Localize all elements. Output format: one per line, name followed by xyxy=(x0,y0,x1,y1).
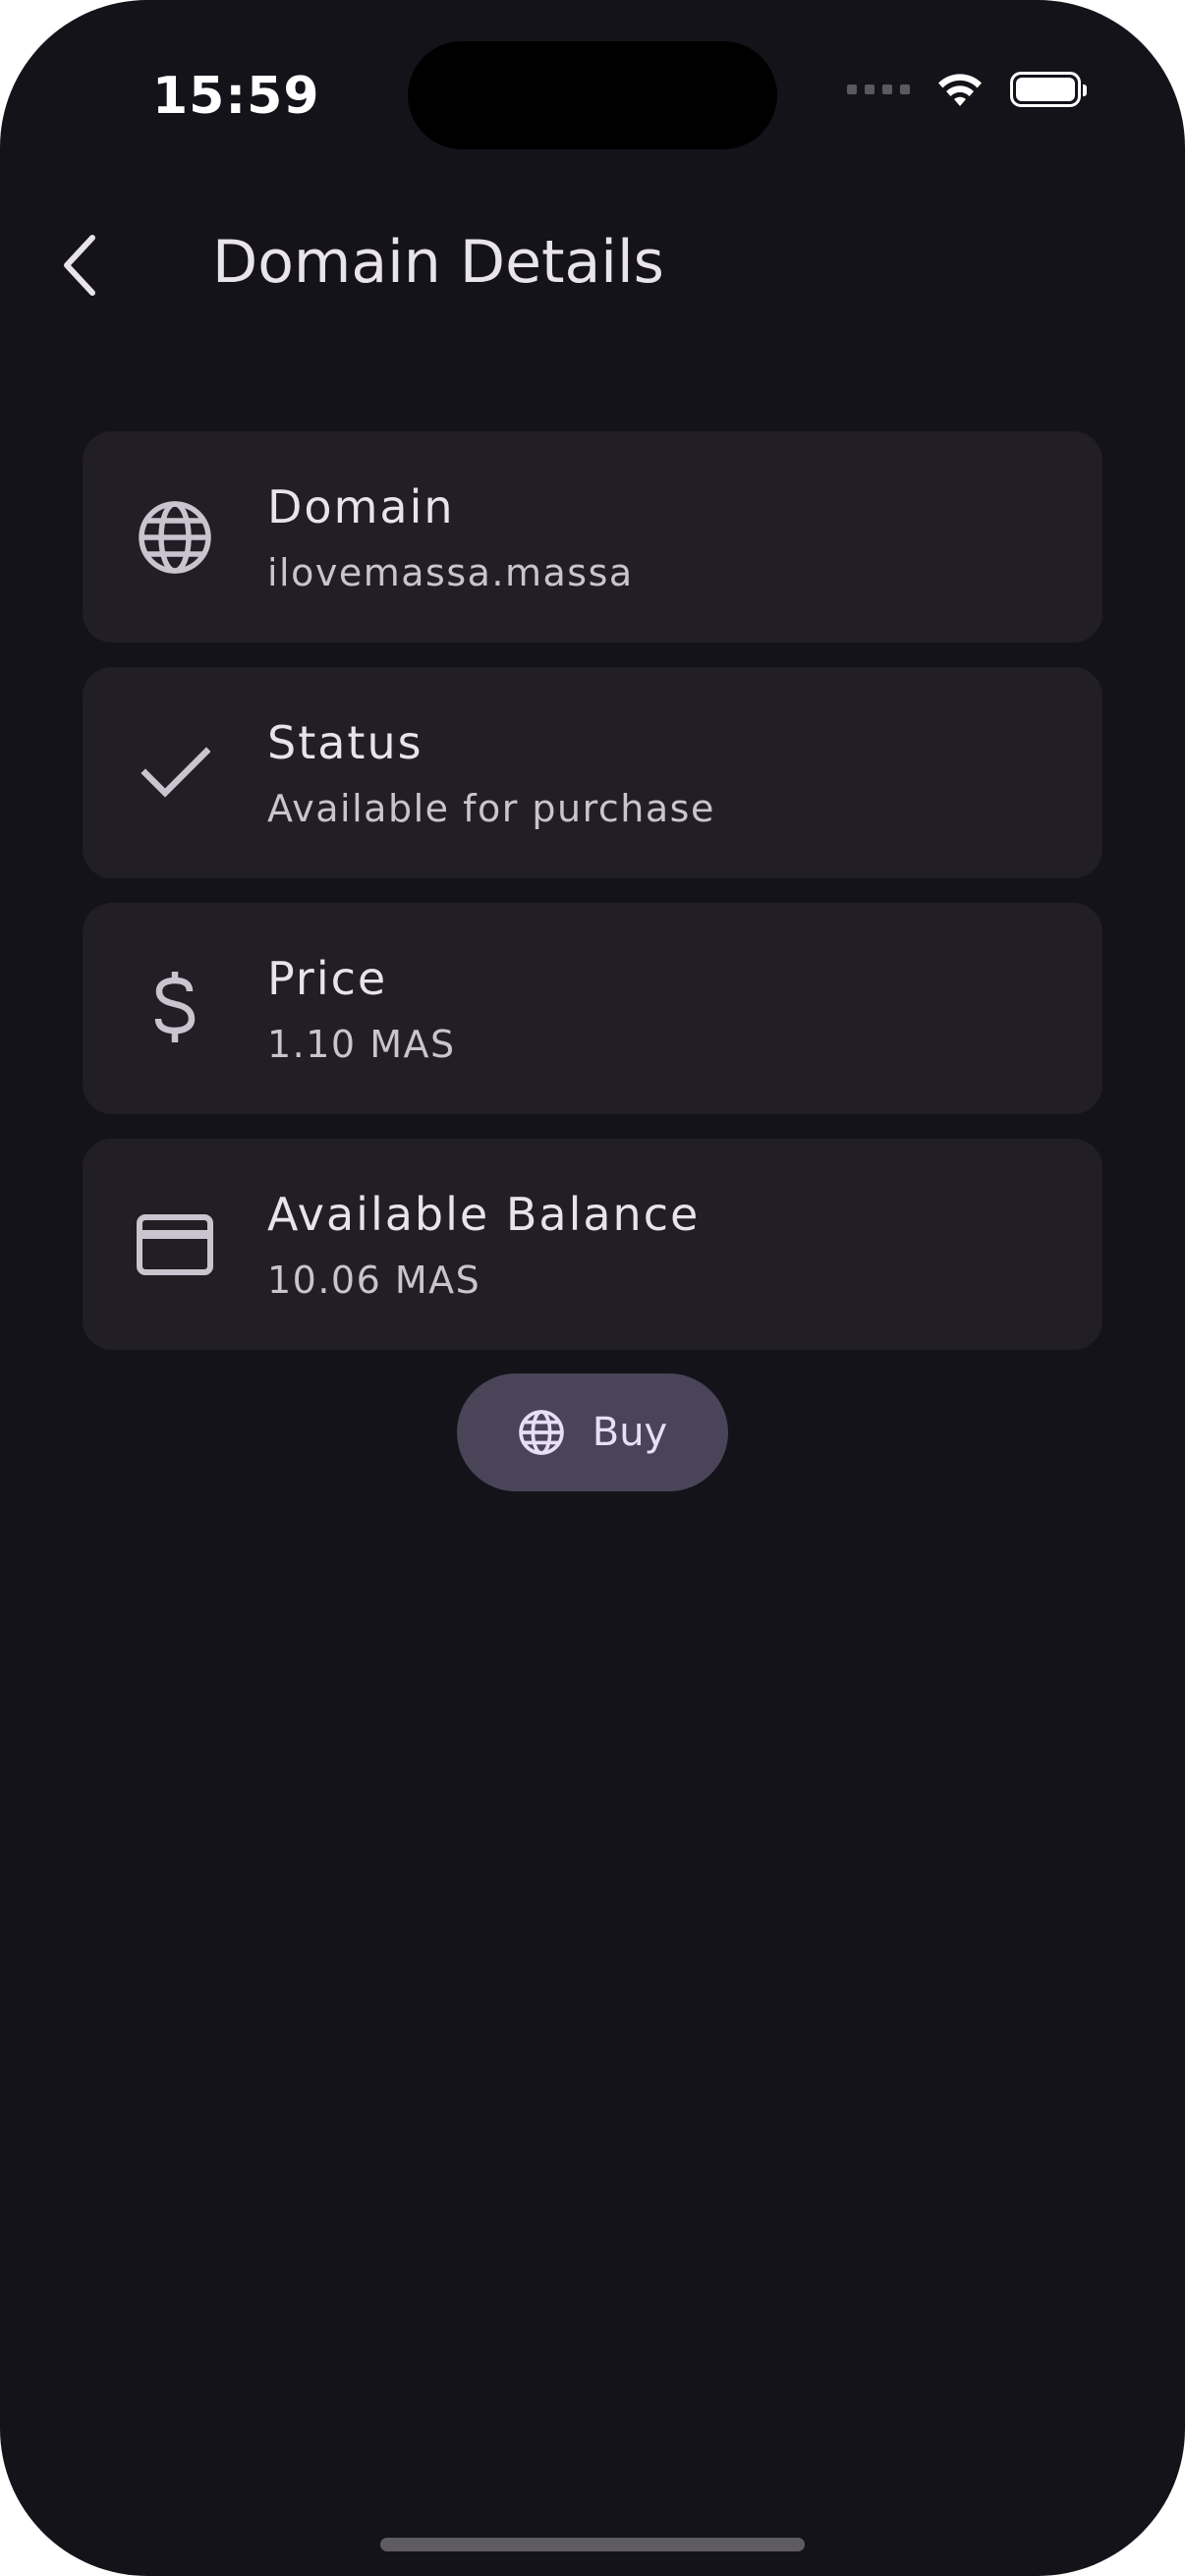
globe-icon xyxy=(136,498,214,577)
card-label: Available Balance xyxy=(267,1188,701,1241)
battery-icon xyxy=(1010,72,1087,107)
card-label: Status xyxy=(267,716,423,769)
back-button[interactable] xyxy=(51,221,110,309)
home-indicator[interactable] xyxy=(380,2538,805,2551)
chevron-left-icon xyxy=(64,235,95,296)
page-title: Domain Details xyxy=(212,228,664,297)
buy-button[interactable]: Buy xyxy=(457,1373,728,1491)
price-card: Price 1.10 MAS xyxy=(83,903,1102,1114)
domain-card: Domain ilovemassa.massa xyxy=(83,431,1102,643)
wifi-icon xyxy=(938,74,982,106)
card-value: ilovemassa.massa xyxy=(267,551,634,594)
details-list: Domain ilovemassa.massa Status Available… xyxy=(83,431,1102,1374)
status-time: 15:59 xyxy=(152,67,320,126)
dollar-icon xyxy=(136,970,214,1048)
cellular-signal-icon xyxy=(847,84,910,94)
balance-card: Available Balance 10.06 MAS xyxy=(83,1139,1102,1350)
card-value: 1.10 MAS xyxy=(267,1023,456,1066)
card-value: 10.06 MAS xyxy=(267,1259,481,1302)
credit-card-icon xyxy=(136,1205,214,1284)
status-indicators xyxy=(847,71,1087,108)
app-screen: 15:59 Domain Details Domain ilovemassa.m… xyxy=(0,0,1185,2576)
card-label: Domain xyxy=(267,480,455,533)
check-icon xyxy=(136,734,214,812)
globe-icon xyxy=(518,1410,564,1455)
card-label: Price xyxy=(267,952,388,1005)
status-card: Status Available for purchase xyxy=(83,667,1102,878)
card-value: Available for purchase xyxy=(267,787,715,830)
buy-button-label: Buy xyxy=(592,1410,668,1455)
dynamic-island xyxy=(408,41,777,149)
